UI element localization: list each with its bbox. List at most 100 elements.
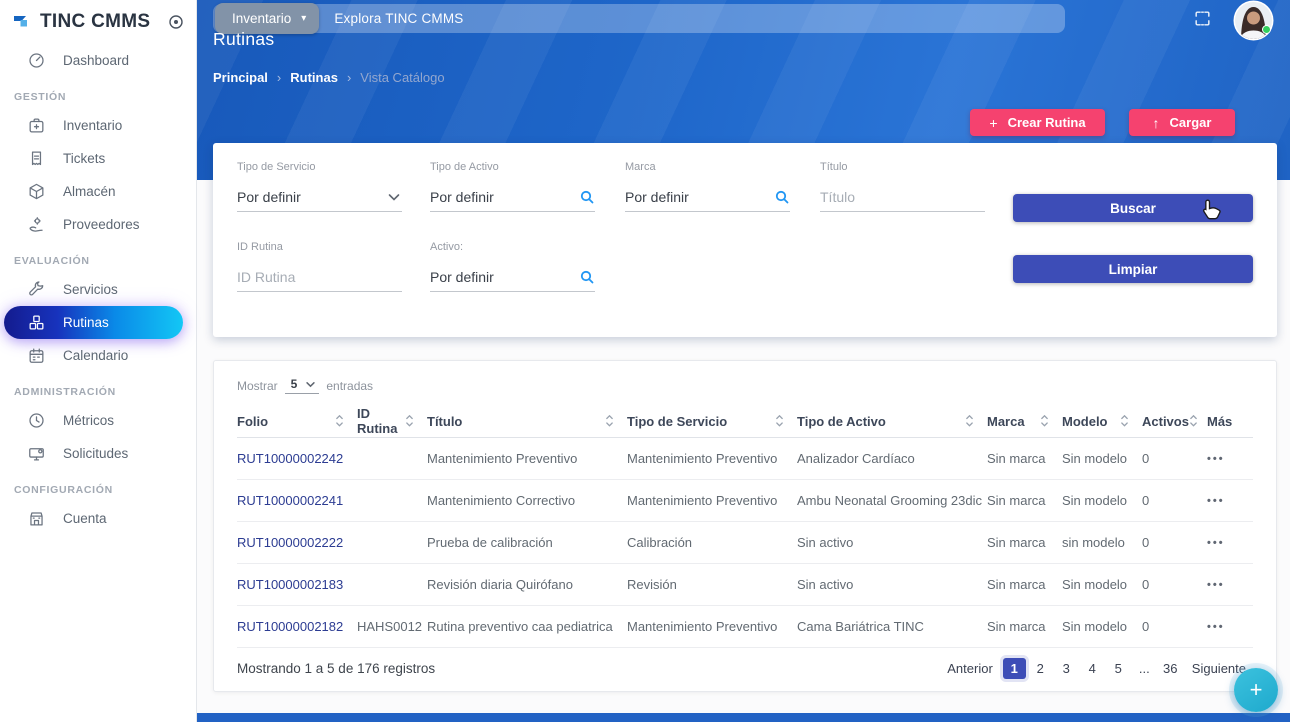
- tipo-activo-lookup[interactable]: Por definir: [430, 182, 595, 212]
- cubes-icon: [27, 313, 46, 332]
- upload-label: Cargar: [1170, 115, 1212, 130]
- search-icon: [579, 189, 595, 205]
- sort-icon[interactable]: [1189, 414, 1198, 428]
- wrench-icon: [27, 280, 46, 299]
- column-header-id-rutina[interactable]: ID Rutina: [357, 406, 427, 436]
- column-header-folio[interactable]: Folio: [237, 414, 357, 429]
- column-header-activos[interactable]: Activos: [1142, 414, 1207, 429]
- breadcrumb-home[interactable]: Principal: [213, 70, 268, 85]
- sidebar-item-rutinas[interactable]: Rutinas: [4, 306, 183, 339]
- user-avatar[interactable]: [1233, 0, 1274, 41]
- sidebar-item-label: Inventario: [63, 118, 122, 133]
- pagination-previous[interactable]: Anterior: [940, 661, 1000, 676]
- column-header-modelo[interactable]: Modelo: [1062, 414, 1142, 429]
- filter-marca: Marca Por definir: [625, 161, 790, 212]
- filter-activo: Activo: Por definir: [430, 241, 595, 292]
- sidebar-item-metricos[interactable]: Métricos: [0, 404, 196, 437]
- table-length-control: Mostrar 5 entradas: [237, 377, 373, 394]
- pagination-page[interactable]: 1: [1003, 658, 1026, 679]
- row-more-icon[interactable]: •••: [1207, 621, 1253, 633]
- filter-label: Tipo de Activo: [430, 161, 595, 173]
- activo-lookup[interactable]: Por definir: [430, 262, 595, 292]
- fullscreen-icon[interactable]: [1193, 9, 1212, 28]
- sidebar-item-dashboard[interactable]: Dashboard: [0, 44, 196, 77]
- upload-button[interactable]: ↑ Cargar: [1129, 109, 1235, 136]
- sidebar-item-almacen[interactable]: Almacén: [0, 175, 196, 208]
- sort-icon[interactable]: [335, 414, 344, 428]
- tipo-servicio-select[interactable]: Por definir: [237, 182, 402, 212]
- pagination-ellipsis: ...: [1133, 658, 1156, 679]
- column-header-mas: Más: [1207, 414, 1253, 429]
- sidebar-item-proveedores[interactable]: Proveedores: [0, 208, 196, 241]
- gauge-icon: [27, 51, 46, 70]
- id-rutina-input[interactable]: [237, 269, 402, 285]
- folio-link[interactable]: RUT10000002183: [237, 577, 357, 592]
- pagination-page[interactable]: 3: [1055, 658, 1078, 679]
- table-header: Folio ID Rutina Título Tipo de Servicio …: [237, 405, 1253, 438]
- search-input[interactable]: Explora TINC CMMS: [334, 11, 463, 26]
- table-row: RUT10000002182 HAHS0012 Rutina preventiv…: [237, 606, 1253, 648]
- row-more-icon[interactable]: •••: [1207, 537, 1253, 549]
- filter-label: ID Rutina: [237, 241, 402, 253]
- sidebar-item-cuenta[interactable]: Cuenta: [0, 502, 196, 535]
- global-search-bar[interactable]: Inventario ▾ Explora TINC CMMS: [213, 4, 1065, 33]
- column-header-tipo-servicio[interactable]: Tipo de Servicio: [627, 414, 797, 429]
- sort-icon[interactable]: [965, 414, 974, 428]
- calendar-icon: [27, 346, 46, 365]
- column-header-marca[interactable]: Marca: [987, 414, 1062, 429]
- sidebar-item-label: Rutinas: [63, 315, 109, 330]
- table-footer: Mostrando 1 a 5 de 176 registros Anterio…: [237, 646, 1253, 691]
- filter-label: Activo:: [430, 241, 595, 253]
- filter-tipo-activo: Tipo de Activo Por definir: [430, 161, 595, 212]
- breadcrumb-separator: ›: [347, 70, 351, 85]
- pagination-page[interactable]: 5: [1107, 658, 1130, 679]
- sort-icon[interactable]: [775, 414, 784, 428]
- page-title: Rutinas: [213, 29, 274, 50]
- sidebar-toggle-icon[interactable]: [168, 14, 184, 30]
- sidebar-item-label: Dashboard: [63, 53, 129, 68]
- table-row: RUT10000002241 Mantenimiento Correctivo …: [237, 480, 1253, 522]
- box-icon: [27, 182, 46, 201]
- row-more-icon[interactable]: •••: [1207, 453, 1253, 465]
- sidebar-item-label: Calendario: [63, 348, 128, 363]
- titulo-field[interactable]: [820, 182, 985, 212]
- row-more-icon[interactable]: •••: [1207, 495, 1253, 507]
- clear-button[interactable]: Limpiar: [1013, 255, 1253, 283]
- sidebar-item-inventario[interactable]: Inventario: [0, 109, 196, 142]
- search-context-label: Inventario: [232, 11, 291, 26]
- length-prefix: Mostrar: [237, 379, 278, 393]
- create-rutina-button[interactable]: + Crear Rutina: [970, 109, 1105, 136]
- row-more-icon[interactable]: •••: [1207, 579, 1253, 591]
- monitor-bell-icon: [27, 444, 46, 463]
- filter-label: Título: [820, 161, 985, 173]
- sidebar-item-solicitudes[interactable]: Solicitudes: [0, 437, 196, 470]
- pagination-page[interactable]: 4: [1081, 658, 1104, 679]
- breadcrumb-section[interactable]: Rutinas: [290, 70, 338, 85]
- sidebar-item-tickets[interactable]: Tickets: [0, 142, 196, 175]
- add-fab-button[interactable]: +: [1234, 668, 1278, 712]
- column-header-tipo-activo[interactable]: Tipo de Activo: [797, 414, 987, 429]
- page-size-select[interactable]: 5: [285, 377, 320, 394]
- bottom-accent-bar: [197, 713, 1290, 722]
- sort-icon[interactable]: [605, 414, 614, 428]
- pagination-page[interactable]: 2: [1029, 658, 1052, 679]
- folio-link[interactable]: RUT10000002222: [237, 535, 357, 550]
- sidebar-item-calendario[interactable]: Calendario: [0, 339, 196, 372]
- marca-lookup[interactable]: Por definir: [625, 182, 790, 212]
- sidebar-item-servicios[interactable]: Servicios: [0, 273, 196, 306]
- pagination-page[interactable]: 36: [1159, 658, 1182, 679]
- clock-metrics-icon: [27, 411, 46, 430]
- folio-link[interactable]: RUT10000002241: [237, 493, 357, 508]
- folio-link[interactable]: RUT10000002242: [237, 451, 357, 466]
- folio-link[interactable]: RUT10000002182: [237, 619, 357, 634]
- filter-id-rutina: ID Rutina: [237, 241, 402, 292]
- sort-icon[interactable]: [1120, 414, 1129, 428]
- sort-icon[interactable]: [405, 414, 414, 428]
- column-header-titulo[interactable]: Título: [427, 414, 627, 429]
- breadcrumb: Principal › Rutinas › Vista Catálogo: [213, 70, 445, 85]
- tinc-logo-icon: [12, 12, 32, 32]
- id-rutina-field[interactable]: [237, 262, 402, 292]
- titulo-input[interactable]: [820, 189, 985, 205]
- sort-icon[interactable]: [1040, 414, 1049, 428]
- chevron-down-icon: ▾: [301, 14, 306, 24]
